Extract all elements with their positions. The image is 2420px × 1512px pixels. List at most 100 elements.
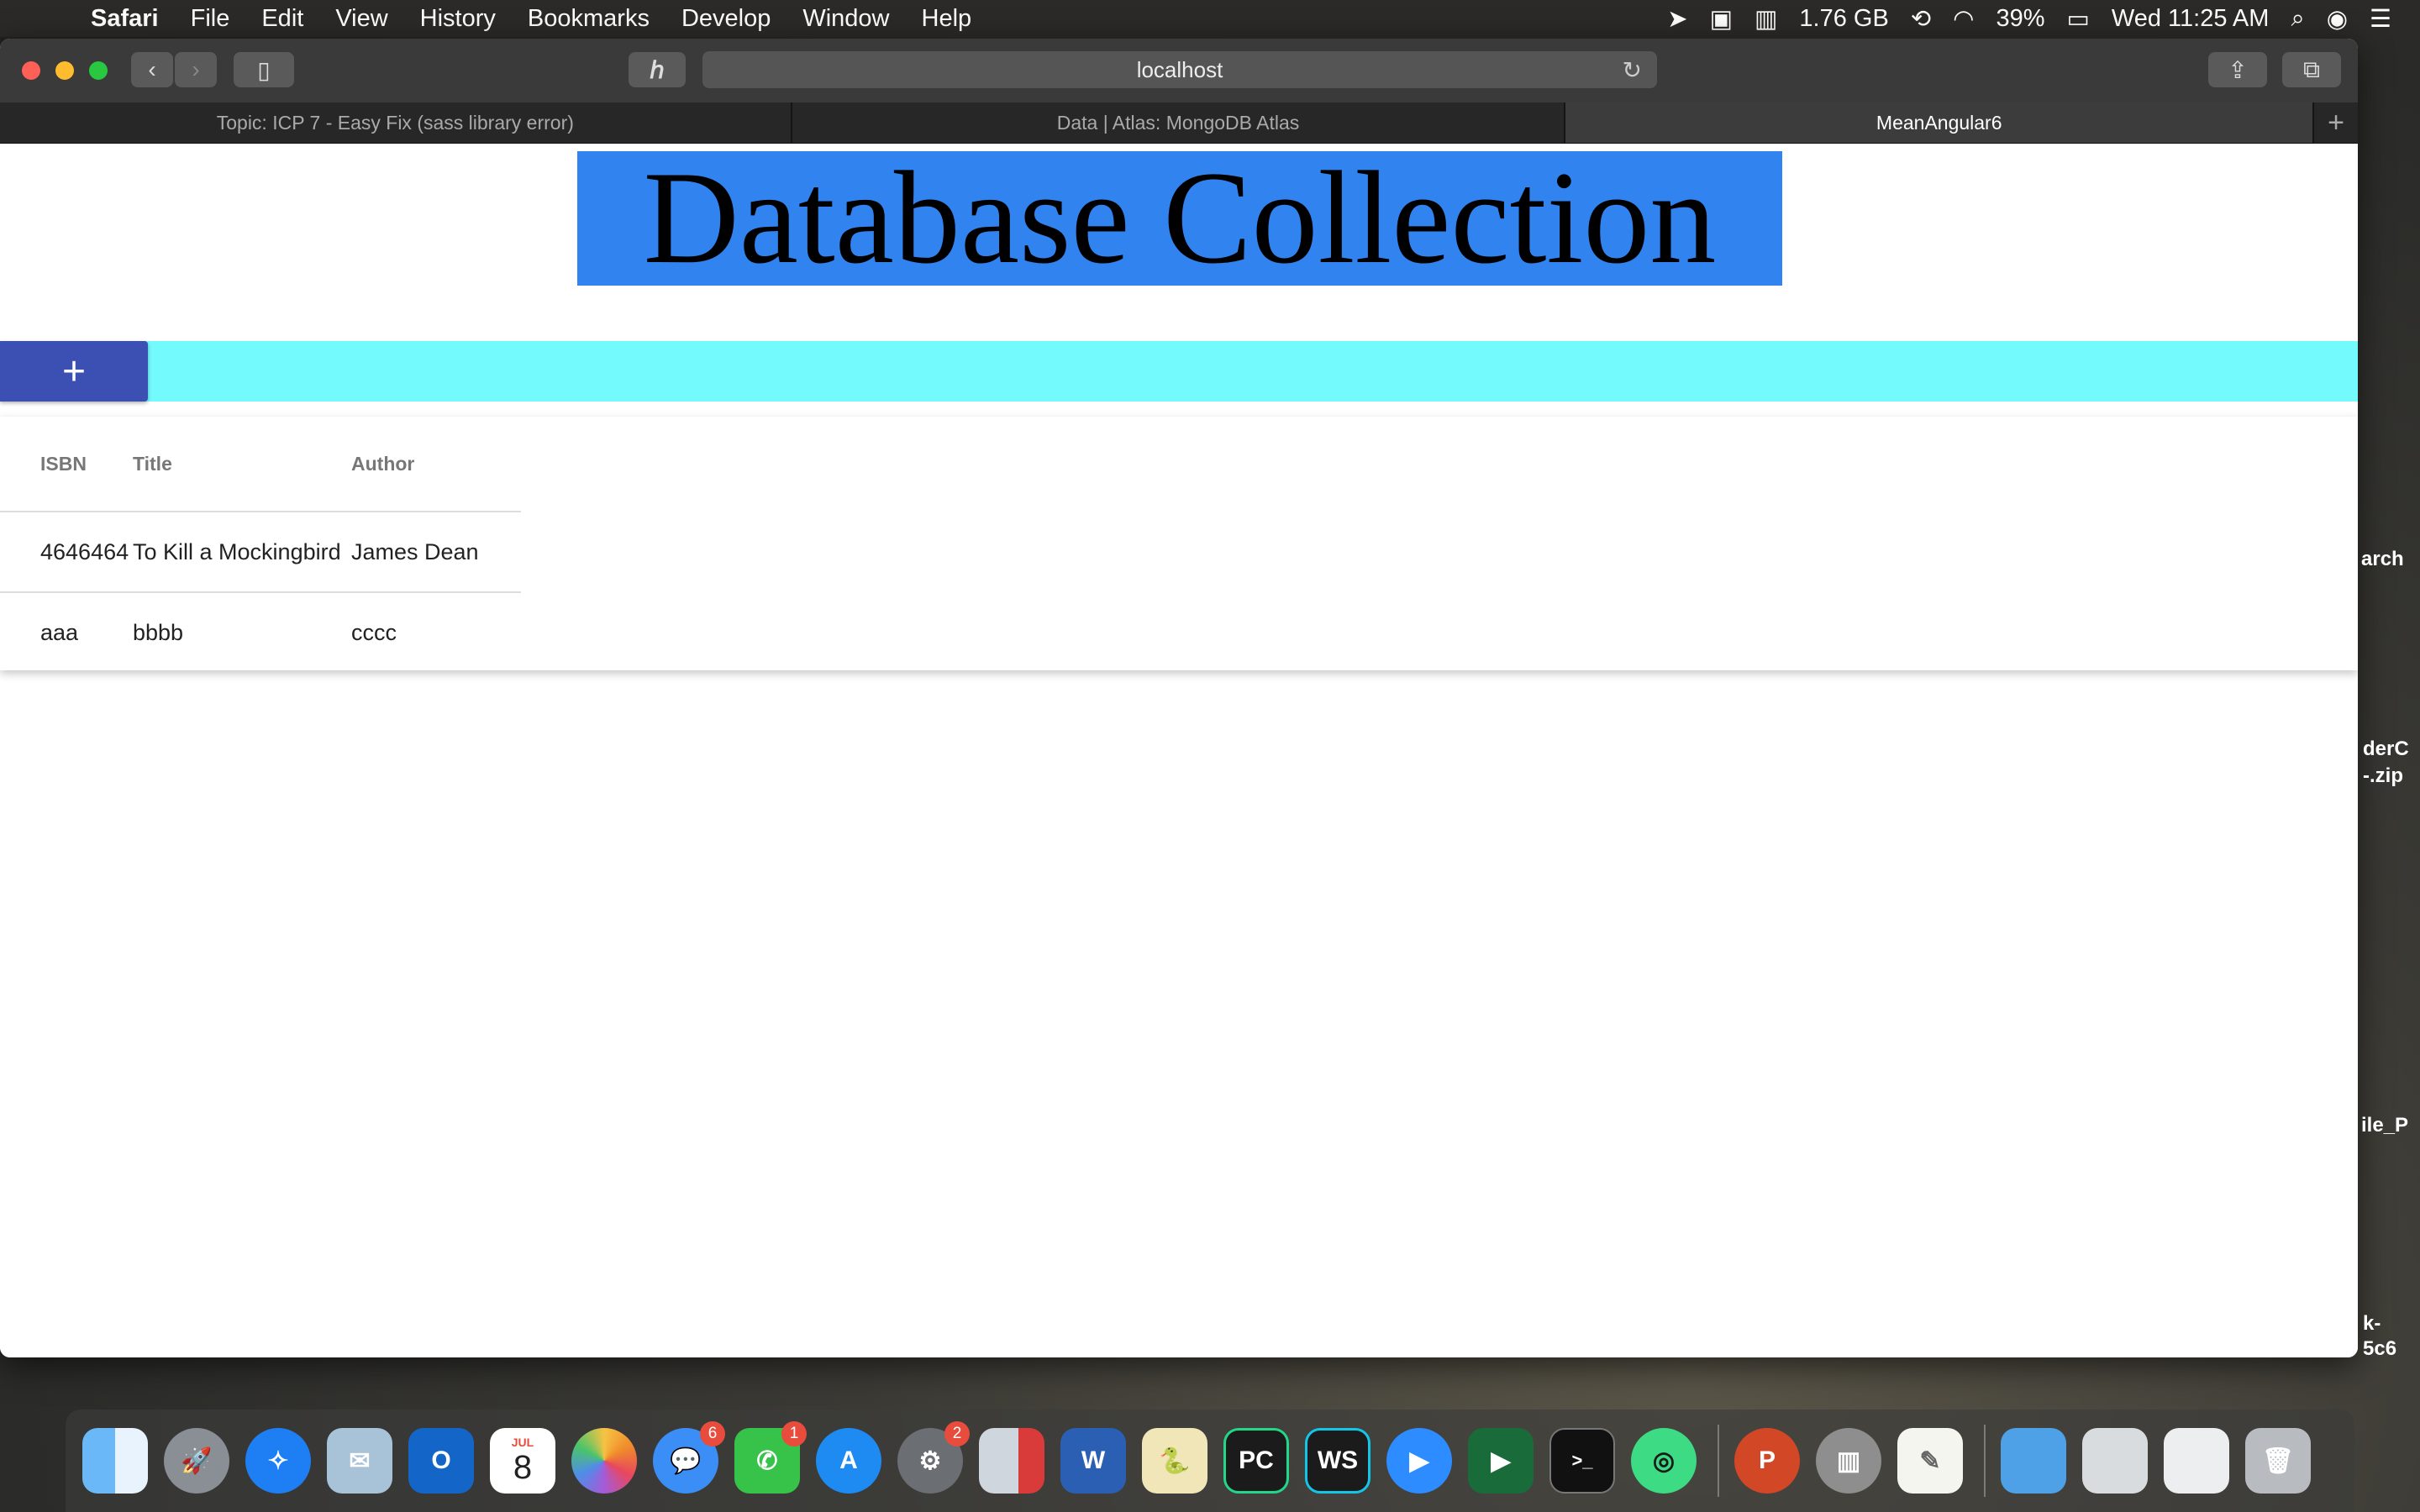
spotlight-search-icon[interactable]: ⌕: [2291, 5, 2304, 33]
desktop-file-label[interactable]: 5c6: [2363, 1337, 2396, 1361]
dock-separator: [1984, 1425, 1986, 1497]
books-table: ISBN Title Author 4646464 To Kill a Mock…: [0, 417, 521, 672]
tab-bar: Topic: ICP 7 - Easy Fix (sass library er…: [0, 102, 2358, 144]
dock: 🚀 ✧ ✉ O JUL 8 💬 6 ✆ 1 A ⚙ 2 W 🐍 PC WS ▶ …: [66, 1410, 2354, 1512]
cell-author: James Dean: [351, 512, 521, 593]
dock-separator: [1718, 1425, 1719, 1497]
menu-history[interactable]: History: [420, 5, 496, 33]
desktop-file-label[interactable]: -.zip: [2363, 764, 2403, 788]
python-launcher-icon[interactable]: 🐍: [1142, 1428, 1207, 1494]
back-button[interactable]: ‹: [131, 52, 173, 87]
share-icon[interactable]: ⇪: [2208, 52, 2267, 87]
tab-mongodb-atlas[interactable]: Data | Atlas: MongoDB Atlas: [792, 102, 1566, 143]
menu-app-name[interactable]: Safari: [91, 5, 159, 33]
mail-bird-icon[interactable]: ✉: [327, 1428, 392, 1494]
trash-icon[interactable]: 🗑: [2245, 1428, 2311, 1494]
browser-window: ‹ › ▯ ℎ localhost ↻ ⇪ ⧉ Topic: ICP 7 - E…: [0, 39, 2358, 1357]
menu-window[interactable]: Window: [802, 5, 889, 33]
parallels-icon[interactable]: [979, 1428, 1044, 1494]
messages-icon[interactable]: 💬 6: [653, 1421, 725, 1494]
system-preferences-icon[interactable]: ⚙ 2: [897, 1421, 970, 1494]
toolbar-strip: [0, 341, 2358, 402]
notification-center-icon[interactable]: ☰: [2370, 4, 2391, 34]
tab-overview-icon[interactable]: ⧉: [2282, 52, 2341, 87]
terminal-icon[interactable]: >_: [1549, 1428, 1615, 1494]
clock[interactable]: Wed 11:25 AM: [2112, 5, 2270, 33]
desktop-file-label[interactable]: k-: [2363, 1312, 2381, 1336]
memory-icon[interactable]: ▥: [1754, 4, 1777, 34]
zoom-window-button[interactable]: [89, 61, 108, 80]
page-title-banner: Database Collection: [577, 151, 1782, 286]
page-content: Database Collection + ISBN Title Author …: [0, 144, 2358, 1357]
memory-value[interactable]: 1.76 GB: [1799, 5, 1888, 33]
new-tab-button[interactable]: +: [2314, 102, 2358, 143]
downloads-stack-icon[interactable]: [2082, 1428, 2148, 1494]
forward-button[interactable]: ›: [175, 52, 217, 87]
menu-view[interactable]: View: [335, 5, 387, 33]
play-app-icon[interactable]: ▶: [1468, 1428, 1534, 1494]
memory-app-icon[interactable]: ▥: [1816, 1428, 1881, 1494]
word-icon[interactable]: W: [1060, 1428, 1126, 1494]
table-header-row: ISBN Title Author: [0, 417, 521, 512]
column-header-isbn[interactable]: ISBN: [0, 417, 133, 512]
time-machine-icon[interactable]: ⟲: [1911, 4, 1931, 34]
android-studio-icon[interactable]: ◎: [1631, 1428, 1697, 1494]
desktop-file-label[interactable]: ile_P: [2361, 1114, 2408, 1137]
textedit-icon[interactable]: ✎: [1897, 1428, 1963, 1494]
calendar-day: 8: [513, 1448, 533, 1486]
pycharm-icon[interactable]: PC: [1223, 1428, 1289, 1494]
wifi-icon[interactable]: ◠: [1953, 4, 1974, 34]
menu-file[interactable]: File: [191, 5, 230, 33]
cell-author: cccc: [351, 619, 397, 645]
launchpad-icon[interactable]: 🚀: [164, 1428, 229, 1494]
photos-icon[interactable]: [571, 1428, 637, 1494]
browser-toolbar: ‹ › ▯ ℎ localhost ↻ ⇪ ⧉: [0, 39, 2358, 103]
cell-isbn: 4646464: [0, 512, 133, 593]
webstorm-icon[interactable]: WS: [1305, 1428, 1370, 1494]
menu-bookmarks[interactable]: Bookmarks: [528, 5, 650, 33]
zoom-icon[interactable]: ▶: [1386, 1428, 1452, 1494]
menu-edit[interactable]: Edit: [261, 5, 303, 33]
menu-develop[interactable]: Develop: [681, 5, 771, 33]
menu-bar: Safari File Edit View History Bookmarks …: [0, 0, 2420, 37]
app-store-icon[interactable]: A: [816, 1428, 881, 1494]
table-row[interactable]: aaa bbbb cccc: [0, 592, 521, 672]
column-header-author[interactable]: Author: [351, 417, 521, 512]
battery-percent[interactable]: 39%: [1996, 5, 2044, 33]
calendar-icon[interactable]: JUL 8: [490, 1428, 555, 1494]
applications-folder-icon[interactable]: [2001, 1428, 2066, 1494]
reload-icon[interactable]: ↻: [1623, 56, 1642, 84]
safari-icon[interactable]: ✧: [245, 1428, 311, 1494]
extension-icon[interactable]: ℎ: [629, 52, 686, 87]
page-title: Database Collection: [643, 144, 1717, 291]
address-bar[interactable]: localhost ↻: [702, 51, 1657, 88]
cell-isbn: aaa: [40, 619, 79, 645]
location-icon[interactable]: ➤: [1667, 4, 1687, 34]
url-text: localhost: [1136, 56, 1223, 82]
facetime-icon[interactable]: ✆ 1: [734, 1421, 807, 1494]
menu-help[interactable]: Help: [922, 5, 972, 33]
cell-title: To Kill a Mockingbird: [133, 512, 351, 593]
cell-title: bbbb: [133, 619, 184, 645]
tab-meanangular6[interactable]: MeanAngular6: [1565, 102, 2315, 143]
camera-off-icon[interactable]: ▣: [1710, 4, 1733, 34]
tab-icp7[interactable]: Topic: ICP 7 - Easy Fix (sass library er…: [0, 102, 792, 143]
books-table-card: ISBN Title Author 4646464 To Kill a Mock…: [0, 417, 2358, 670]
add-book-button[interactable]: +: [0, 341, 148, 402]
column-header-title[interactable]: Title: [133, 417, 351, 512]
close-window-button[interactable]: [22, 61, 40, 80]
facetime-badge: 1: [781, 1421, 807, 1446]
battery-icon[interactable]: ▭: [2066, 4, 2089, 34]
desktop-file-label[interactable]: derC: [2363, 738, 2409, 761]
powerpoint-icon[interactable]: P: [1734, 1428, 1800, 1494]
minimize-window-button[interactable]: [55, 61, 74, 80]
finder-icon[interactable]: [82, 1428, 148, 1494]
documents-stack-icon[interactable]: [2164, 1428, 2229, 1494]
messages-badge: 6: [700, 1421, 725, 1446]
desktop-file-label[interactable]: arch: [2361, 548, 2404, 571]
sidebar-toggle-icon[interactable]: ▯: [234, 52, 294, 87]
outlook-icon[interactable]: O: [408, 1428, 474, 1494]
table-row[interactable]: 4646464 To Kill a Mockingbird James Dean: [0, 512, 521, 593]
siri-icon[interactable]: ◉: [2327, 4, 2348, 34]
calendar-month: JUL: [511, 1435, 534, 1449]
